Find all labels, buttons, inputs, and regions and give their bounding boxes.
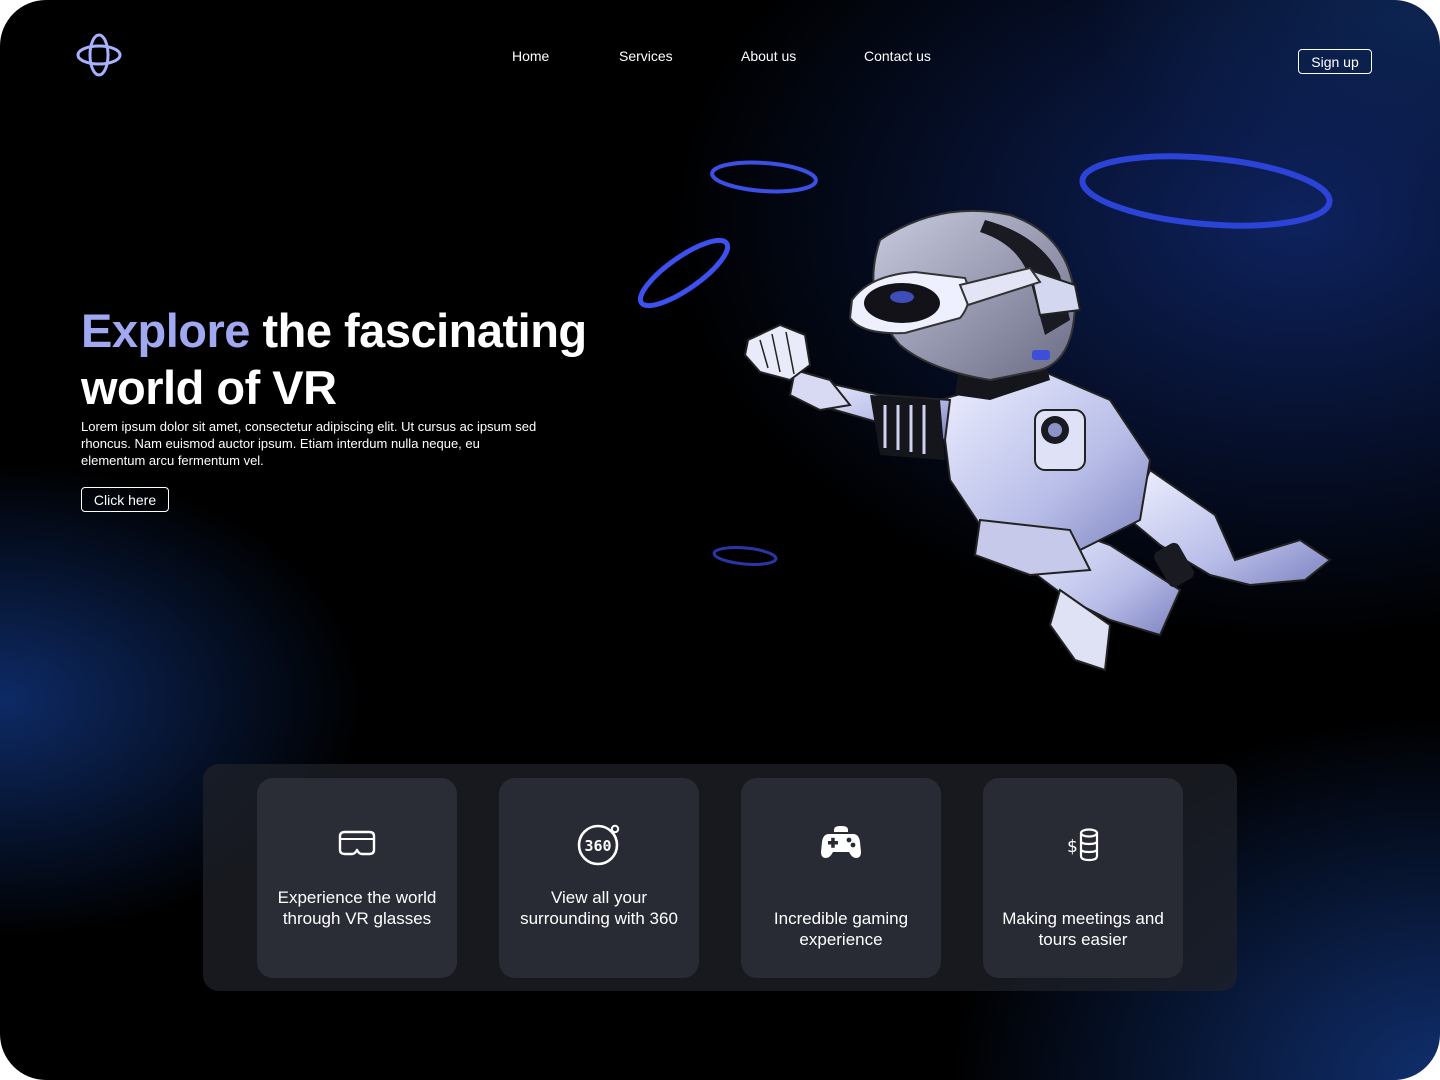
svg-text:360: 360 bbox=[584, 837, 611, 855]
nav-services[interactable]: Services bbox=[619, 48, 673, 64]
sign-up-button[interactable]: Sign up bbox=[1298, 49, 1372, 74]
gamepad-icon bbox=[821, 826, 861, 858]
hero-title-accent: Explore bbox=[81, 304, 250, 357]
robot-illustration bbox=[637, 153, 1333, 672]
robot-figure bbox=[743, 209, 1332, 672]
nav-about-us[interactable]: About us bbox=[741, 48, 796, 64]
nav-home[interactable]: Home bbox=[512, 48, 549, 64]
hero-description: Lorem ipsum dolor sit amet, consectetur … bbox=[81, 419, 537, 468]
click-here-button[interactable]: Click here bbox=[81, 487, 169, 512]
nav-contact-us[interactable]: Contact us bbox=[864, 48, 931, 64]
feature-label: Experience the world through VR glasses bbox=[277, 888, 437, 928]
feature-card-vr-glasses[interactable]: Experience the world through VR glasses bbox=[257, 778, 457, 978]
feature-card-gaming[interactable]: Incredible gaming experience bbox=[741, 778, 941, 978]
page-frame: Home Services About us Contact us Sign u… bbox=[0, 0, 1440, 1080]
svg-text:$: $ bbox=[1067, 837, 1078, 857]
feature-card-360-view[interactable]: 360 View all your surrounding with 360 bbox=[499, 778, 699, 978]
360-view-icon: 360 bbox=[577, 824, 620, 866]
feature-label: View all your surrounding with 360 bbox=[520, 888, 678, 928]
main-nav: Home Services About us Contact us bbox=[0, 48, 1440, 68]
feature-label: Incredible gaming experience bbox=[773, 909, 909, 949]
hero-title: Explore the fascinating world of VR bbox=[81, 302, 641, 416]
feature-card-meetings[interactable]: $ Making meetings and tours easier bbox=[983, 778, 1183, 978]
dollar-coins-icon: $ bbox=[1067, 828, 1099, 862]
vr-headset-icon bbox=[338, 830, 376, 856]
feature-label: Making meetings and tours easier bbox=[1002, 909, 1164, 949]
